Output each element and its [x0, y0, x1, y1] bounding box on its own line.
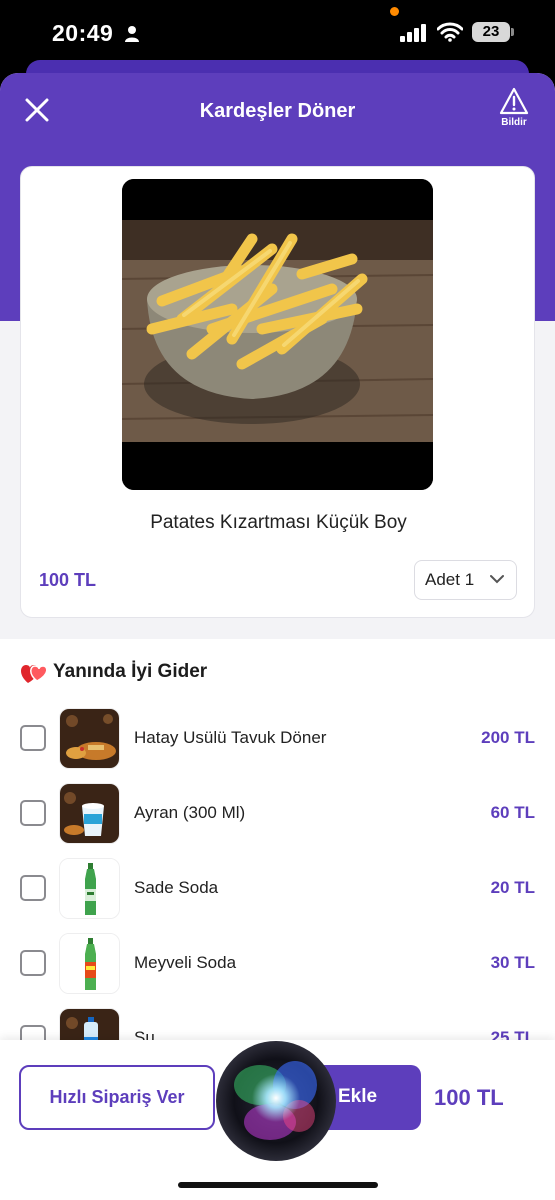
item-name: Hatay Usülü Tavuk Döner: [134, 728, 327, 747]
item-checkbox[interactable]: [20, 950, 46, 976]
person-icon: [125, 26, 139, 42]
ayran-cup-photo: [60, 784, 119, 843]
item-thumbnail: [59, 708, 120, 769]
siri-orb-icon: [216, 1041, 336, 1161]
list-item[interactable]: Meyveli Soda 30 TL: [0, 931, 555, 995]
item-checkbox[interactable]: [20, 875, 46, 901]
french-fries-image: [122, 179, 433, 490]
product-image: [122, 179, 433, 490]
list-item[interactable]: Hatay Usülü Tavuk Döner 200 TL: [0, 706, 555, 770]
product-title: Patates Kızartması Küçük Boy: [150, 512, 407, 533]
fruit-soda-bottle: [60, 934, 119, 993]
report-button[interactable]: Bildir: [493, 87, 535, 135]
bottom-action-bar: Hızlı Sipariş Ver Ekle 100 TL: [0, 1040, 555, 1200]
battery-tip: [511, 28, 514, 36]
wifi-icon: [437, 22, 463, 42]
battery-indicator: 23: [472, 22, 510, 42]
item-price: 30 TL: [490, 953, 535, 972]
report-label: Bildir: [501, 117, 527, 128]
item-price: 20 TL: [490, 878, 535, 897]
total-price: 100 TL: [434, 1085, 504, 1110]
product-card: Patates Kızartması Küçük Boy 100 TL Adet…: [20, 166, 535, 618]
add-button-label: Ekle: [338, 1086, 378, 1107]
chevron-down-icon: [490, 575, 504, 584]
item-thumbnail: [59, 858, 120, 919]
product-sheet: Kardeşler Döner Bildir Patates Kızartmas…: [0, 73, 555, 1200]
quantity-value: Adet 1: [425, 570, 475, 589]
quantity-select[interactable]: Adet 1: [414, 560, 517, 600]
warning-icon: [499, 87, 529, 115]
item-checkbox[interactable]: [20, 800, 46, 826]
list-item[interactable]: Ayran (300 Ml) 60 TL: [0, 781, 555, 845]
green-soda-bottle: [60, 859, 119, 918]
hearts-icon: [21, 665, 48, 683]
home-indicator[interactable]: [178, 1182, 378, 1188]
status-time: 20:49: [52, 20, 114, 46]
list-item[interactable]: Sade Soda 20 TL: [0, 856, 555, 920]
quick-order-button[interactable]: Hızlı Sipariş Ver: [19, 1065, 215, 1130]
product-price: 100 TL: [39, 570, 97, 590]
item-price: 60 TL: [490, 803, 535, 822]
item-thumbnail: [59, 783, 120, 844]
restaurant-title: Kardeşler Döner: [199, 100, 356, 122]
item-name: Sade Soda: [134, 878, 219, 897]
item-thumbnail: [59, 933, 120, 994]
cellular-signal-icon: [400, 24, 426, 42]
extras-title: Yanında İyi Gider: [53, 661, 208, 682]
doner-photo: [60, 709, 119, 768]
item-name: Meyveli Soda: [134, 953, 237, 972]
privacy-indicator-dot: [390, 7, 399, 16]
item-price: 200 TL: [481, 728, 535, 747]
item-checkbox[interactable]: [20, 725, 46, 751]
item-name: Ayran (300 Ml): [134, 803, 246, 822]
